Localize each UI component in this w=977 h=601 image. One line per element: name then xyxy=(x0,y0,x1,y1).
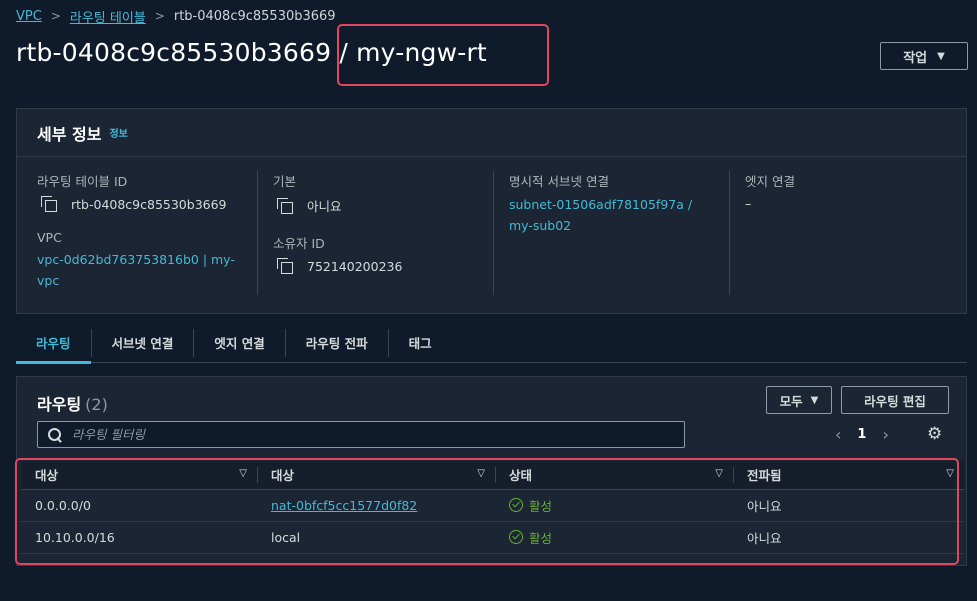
breadcrumb-vpc-link[interactable]: VPC xyxy=(16,9,42,24)
route-filter-box xyxy=(37,421,685,448)
pagination: ‹ 1 › xyxy=(835,425,889,444)
breadcrumb-route-tables-link[interactable]: 라우팅 테이블 xyxy=(70,7,146,26)
column-header-label: 상태 xyxy=(509,468,533,484)
sort-caret-icon[interactable]: ▽ xyxy=(477,468,485,479)
check-circle-icon xyxy=(509,530,523,544)
table-row: 0.0.0.0/0 nat-0bfcf5cc1577d0f82 활성 아니요 xyxy=(21,489,964,522)
actions-dropdown-button[interactable]: 작업 ▼ xyxy=(880,42,968,70)
owner-id-label: 소유자 ID xyxy=(273,236,325,251)
route-filter-input[interactable] xyxy=(72,427,632,442)
owner-id-value: 752140200236 xyxy=(273,258,402,274)
page-number[interactable]: 1 xyxy=(857,427,866,442)
chevron-left-icon[interactable]: ‹ xyxy=(835,425,841,444)
tab-bar: 라우팅 서브넷 연결 엣지 연결 라우팅 전파 태그 xyxy=(16,323,967,364)
tab-edge-associations[interactable]: 엣지 연결 xyxy=(193,328,284,357)
column-header-status[interactable]: 상태 ▽ xyxy=(495,461,733,490)
propagated-cell: 아니요 xyxy=(733,489,964,522)
column-header-propagated[interactable]: 전파됨 ▽ xyxy=(733,461,964,490)
chevron-right-icon: > xyxy=(50,9,61,23)
owner-id-text: 752140200236 xyxy=(307,258,403,274)
edge-assoc-label: 엣지 연결 xyxy=(745,174,795,189)
details-column-2: 기본 아니요 소유자 ID 752140200236 xyxy=(273,171,402,274)
table-row: 10.10.0.0/16 local 활성 아니요 xyxy=(21,521,964,554)
edit-routes-button[interactable]: 라우팅 편집 xyxy=(841,386,949,414)
breadcrumb-current: rtb-0408c9c85530b3669 xyxy=(173,8,336,24)
main-label: 기본 xyxy=(273,174,297,189)
chevron-right-icon[interactable]: › xyxy=(882,425,888,444)
filter-select-label: 모두 xyxy=(779,393,803,409)
target-cell: local xyxy=(257,521,495,554)
details-column-3: 명시적 서브넷 연결 subnet-01506adf78105f97a / my… xyxy=(509,171,709,236)
edge-assoc-value: – xyxy=(745,196,752,211)
breadcrumb: VPC > 라우팅 테이블 > rtb-0408c9c85530b3669 xyxy=(16,6,336,26)
route-table-id-text: rtb-0408c9c85530b3669 xyxy=(71,196,227,212)
propagated-cell: 아니요 xyxy=(733,521,964,554)
details-panel: 세부 정보 정보 라우팅 테이블 ID rtb-0408c9c85530b366… xyxy=(16,108,967,314)
main-value: 아니요 xyxy=(273,196,402,215)
caret-down-icon: ▼ xyxy=(937,50,945,62)
column-header-label: 대상 xyxy=(271,468,295,484)
target-link[interactable]: nat-0bfcf5cc1577d0f82 xyxy=(271,498,417,513)
status-cell: 활성 xyxy=(495,521,733,554)
sort-caret-icon[interactable]: ▽ xyxy=(715,468,723,479)
tab-tags[interactable]: 태그 xyxy=(387,328,452,357)
details-column-1: 라우팅 테이블 ID rtb-0408c9c85530b3669 VPC vpc… xyxy=(37,171,247,291)
vpc-link[interactable]: vpc-0d62bd763753816b0 | my-vpc xyxy=(37,249,247,291)
actions-label: 작업 xyxy=(903,50,928,66)
routes-count: (2) xyxy=(85,395,108,414)
subnet-assoc-label: 명시적 서브넷 연결 xyxy=(509,174,609,189)
route-table-id-label: 라우팅 테이블 ID xyxy=(37,174,128,189)
info-link[interactable]: 정보 xyxy=(109,125,127,140)
table-header-row: 대상 ▽ 대상 ▽ 상태 ▽ 전파됨 ▽ xyxy=(21,461,964,490)
column-divider xyxy=(493,171,494,295)
routes-title: 라우팅 (2) xyxy=(37,391,108,415)
copy-icon[interactable] xyxy=(277,197,293,214)
status-badge: 활성 xyxy=(509,496,719,515)
check-circle-icon xyxy=(509,498,523,512)
chevron-right-icon: > xyxy=(154,9,165,23)
copy-icon[interactable] xyxy=(277,258,293,274)
copy-icon[interactable] xyxy=(41,196,57,212)
column-header-target[interactable]: 대상 ▽ xyxy=(257,461,495,490)
details-header: 세부 정보 정보 xyxy=(17,109,966,157)
details-column-4: 엣지 연결 – xyxy=(745,171,795,211)
destination-cell: 10.10.0.0/16 xyxy=(21,521,257,554)
status-text: 활성 xyxy=(529,498,553,514)
page-title: rtb-0408c9c85530b3669 / my-ngw-rt xyxy=(16,38,487,67)
column-divider xyxy=(257,171,258,295)
caret-down-icon: ▼ xyxy=(810,394,819,406)
destination-cell: 0.0.0.0/0 xyxy=(21,489,257,522)
target-cell: nat-0bfcf5cc1577d0f82 xyxy=(257,489,495,522)
column-header-destination[interactable]: 대상 ▽ xyxy=(21,461,257,490)
search-icon xyxy=(48,427,62,442)
subnet-assoc-link[interactable]: subnet-01506adf78105f97a / my-sub02 xyxy=(509,194,709,236)
column-header-label: 전파됨 xyxy=(747,468,782,484)
gear-icon[interactable]: ⚙ xyxy=(927,424,942,444)
tab-subnet-associations[interactable]: 서브넷 연결 xyxy=(90,328,194,357)
sort-caret-icon[interactable]: ▽ xyxy=(239,468,247,479)
filter-select-dropdown[interactable]: 모두 ▼ xyxy=(766,386,832,414)
status-cell: 활성 xyxy=(495,489,733,522)
details-title: 세부 정보 xyxy=(37,124,102,144)
route-table-id-value: rtb-0408c9c85530b3669 xyxy=(37,196,247,212)
column-divider xyxy=(729,171,730,295)
sort-caret-icon[interactable]: ▽ xyxy=(946,468,954,479)
status-text: 활성 xyxy=(529,530,553,546)
vpc-label: VPC xyxy=(37,230,62,245)
routes-table: 대상 ▽ 대상 ▽ 상태 ▽ 전파됨 ▽ 0.0.0.0/0 nat-0bfcf5cc1… xyxy=(21,461,964,554)
status-badge: 활성 xyxy=(509,528,719,547)
main-text: 아니요 xyxy=(307,199,342,214)
tab-routes[interactable]: 라우팅 xyxy=(16,329,91,364)
column-header-label: 대상 xyxy=(35,468,59,484)
tab-route-propagation[interactable]: 라우팅 전파 xyxy=(284,328,388,357)
routes-panel: 라우팅(2) 모두 ▼ 라우팅 편집 ‹ 1 › ⚙ 대상 ▽ 대상 ▽ 상태 ▽ 전… xyxy=(16,376,967,566)
routes-title-text: 라우팅 xyxy=(37,395,82,414)
